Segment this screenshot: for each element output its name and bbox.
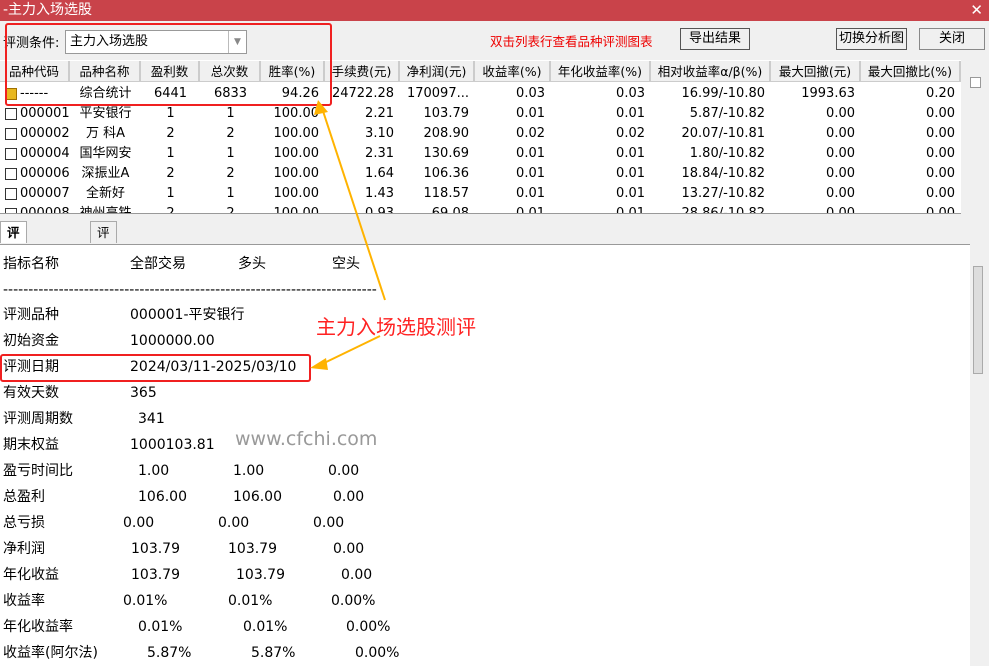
- arrow-head-up: [314, 100, 328, 115]
- annotation-arrows: [310, 100, 386, 370]
- arrow-line-up: [321, 107, 386, 301]
- arrow-head-left: [310, 358, 328, 370]
- arrow-line-left: [319, 335, 381, 366]
